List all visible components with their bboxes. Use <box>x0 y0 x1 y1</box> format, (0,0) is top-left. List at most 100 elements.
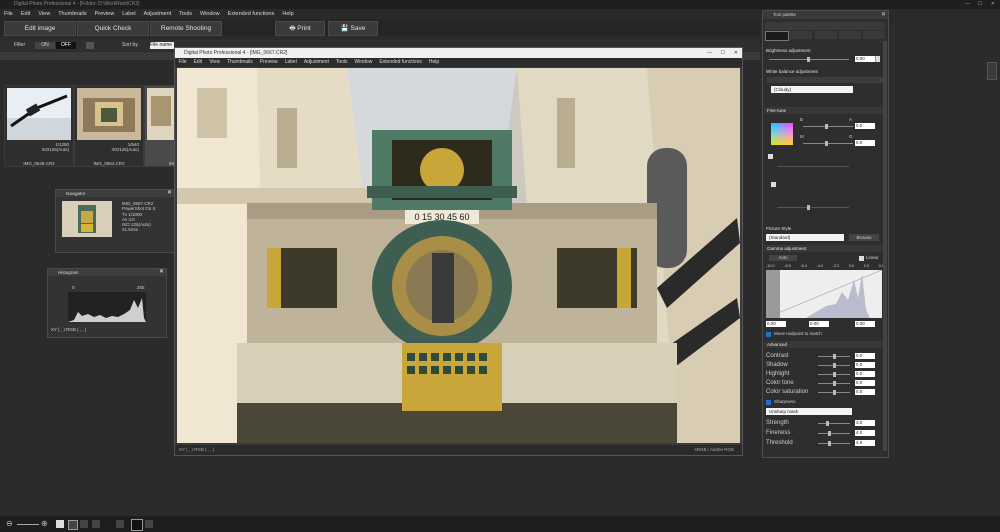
shadow-knob[interactable] <box>833 363 836 368</box>
tab-settings[interactable] <box>863 31 885 39</box>
white-balance-select[interactable]: (Cloudy) <box>771 86 853 93</box>
highlight-value[interactable]: 0.0 <box>855 371 875 377</box>
browse-button[interactable]: Browse <box>849 234 879 241</box>
palette-scrollbar[interactable] <box>883 41 887 451</box>
tab-basic[interactable] <box>765 31 789 41</box>
menu-preview[interactable]: Preview <box>91 9 119 19</box>
filter-off-toggle[interactable]: OFF <box>56 42 76 49</box>
ba-knob[interactable] <box>825 124 828 129</box>
threshold-slider[interactable] <box>818 443 850 444</box>
gamma-linear-checkbox[interactable] <box>859 256 864 261</box>
menu-help[interactable]: Help <box>425 58 442 67</box>
mg-knob[interactable] <box>825 141 828 146</box>
gamma-auto-button[interactable]: Auto <box>769 255 797 261</box>
close-icon[interactable]: ✕ <box>991 0 995 9</box>
view-list-icon[interactable] <box>92 520 100 528</box>
menu-help[interactable]: Help <box>278 9 297 19</box>
single-view-icon[interactable] <box>131 519 143 531</box>
multi-view-icon[interactable] <box>145 520 153 528</box>
menu-view[interactable]: View <box>34 9 54 19</box>
ba-value[interactable]: 0.0 <box>855 123 875 129</box>
dynamic-range-knob[interactable] <box>807 205 810 210</box>
menu-adjustment[interactable]: Adjustment <box>300 58 332 67</box>
mg-value[interactable]: 0.0 <box>855 140 875 146</box>
menu-file[interactable]: File <box>0 9 17 19</box>
menu-extended-functions[interactable]: Extended functions <box>224 9 279 19</box>
menu-extended-functions[interactable]: Extended functions <box>376 58 426 67</box>
close-icon[interactable]: ✕ <box>167 190 172 197</box>
thumbnail-size-slider[interactable] <box>17 524 39 525</box>
strength-knob[interactable] <box>826 421 829 426</box>
fineness-slider[interactable] <box>818 433 850 434</box>
dynamic-range-slider[interactable] <box>777 207 849 208</box>
auto-lighting-slider[interactable] <box>777 166 849 167</box>
contrast-value[interactable]: 0.0 <box>855 353 875 359</box>
sharpness-checkbox[interactable] <box>766 400 771 405</box>
auto-lighting-checkbox[interactable] <box>768 154 773 159</box>
close-icon[interactable]: ✕ <box>159 269 164 276</box>
minimize-icon[interactable]: — <box>707 48 712 58</box>
gamma-mid-value[interactable]: 0.00 <box>809 321 829 327</box>
strength-slider[interactable] <box>818 423 850 424</box>
thumbnail-item-selected[interactable]: IMG <box>144 85 178 167</box>
mg-slider[interactable] <box>803 143 853 144</box>
contrast-knob[interactable] <box>833 354 836 359</box>
thumbnail-item[interactable]: 1/640 ISO125(Auto) IMG_0664.CR2 <box>74 85 144 167</box>
highlight-tone-checkbox[interactable] <box>771 182 776 187</box>
color-wheel[interactable] <box>771 123 793 145</box>
right-scroll-button[interactable] <box>987 62 997 80</box>
menu-edit[interactable]: Edit <box>190 58 206 67</box>
print-button[interactable]: 🖶 Print <box>275 21 325 36</box>
menu-label[interactable]: Label <box>118 9 139 19</box>
menu-window[interactable]: Window <box>351 58 376 67</box>
thumbnail-item[interactable]: 1/1250 ISO125(Auto) IMG_0648.CR2 <box>4 85 74 167</box>
filter-settings-icon[interactable] <box>86 42 94 49</box>
menu-view[interactable]: View <box>206 58 224 67</box>
ba-slider[interactable] <box>803 126 853 127</box>
menu-preview[interactable]: Preview <box>256 58 281 67</box>
gamma-histogram[interactable] <box>766 270 882 318</box>
quick-check-button[interactable]: Quick Check <box>77 21 149 36</box>
color-saturation-knob[interactable] <box>833 390 836 395</box>
menu-tools[interactable]: Tools <box>332 58 351 67</box>
brightness-knob[interactable] <box>807 57 810 62</box>
view-grid-icon[interactable] <box>80 520 88 528</box>
photo-preview[interactable]: 0 15 30 45 60 <box>177 68 740 443</box>
tab-color[interactable] <box>839 31 861 39</box>
edit-image-button[interactable]: Edit image <box>4 21 76 36</box>
gamma-input-value[interactable]: 0.00 <box>766 321 786 327</box>
color-tone-value[interactable]: 0.0 <box>855 380 875 386</box>
menu-window[interactable]: Window <box>196 9 224 19</box>
compare-view-icon[interactable] <box>116 520 124 528</box>
threshold-value[interactable]: 4.0 <box>855 440 875 446</box>
save-button[interactable]: 💾 Save <box>328 21 378 36</box>
color-saturation-value[interactable]: 0.0 <box>855 389 875 395</box>
menu-label[interactable]: Label <box>281 58 300 67</box>
sharpness-mode-select[interactable]: Unsharp mask <box>766 408 852 415</box>
white-balance-presets[interactable] <box>767 77 883 83</box>
shadow-value[interactable]: 0.0 <box>855 362 875 368</box>
minimize-icon[interactable]: — <box>965 0 970 9</box>
menu-tools[interactable]: Tools <box>175 9 196 19</box>
threshold-knob[interactable] <box>828 441 831 446</box>
brightness-spin[interactable] <box>875 56 880 62</box>
zoom-out-icon[interactable]: ⊖ <box>6 519 13 528</box>
view-large-icon[interactable] <box>68 520 78 530</box>
filter-on-toggle[interactable]: ON <box>35 42 55 49</box>
picture-style-select[interactable]: (Standard) <box>766 234 844 241</box>
color-tone-knob[interactable] <box>833 381 836 386</box>
menu-thumbnails[interactable]: Thumbnails <box>223 58 256 67</box>
gamma-output-value[interactable]: 0.00 <box>855 321 875 327</box>
menu-adjustment[interactable]: Adjustment <box>140 9 176 19</box>
close-icon[interactable]: ✕ <box>734 48 738 58</box>
sort-select[interactable]: File name <box>150 42 174 49</box>
midpoint-checkbox[interactable] <box>766 332 771 337</box>
close-icon[interactable]: ✕ <box>881 11 886 19</box>
maximize-icon[interactable]: ☐ <box>978 0 982 9</box>
brightness-value[interactable]: 0.00 <box>855 56 875 62</box>
maximize-icon[interactable]: ☐ <box>721 48 725 58</box>
strength-value[interactable]: 3.0 <box>855 420 875 426</box>
tab-crop[interactable] <box>815 31 837 39</box>
view-thumbnail-icon[interactable] <box>56 520 64 528</box>
fineness-knob[interactable] <box>828 431 831 436</box>
